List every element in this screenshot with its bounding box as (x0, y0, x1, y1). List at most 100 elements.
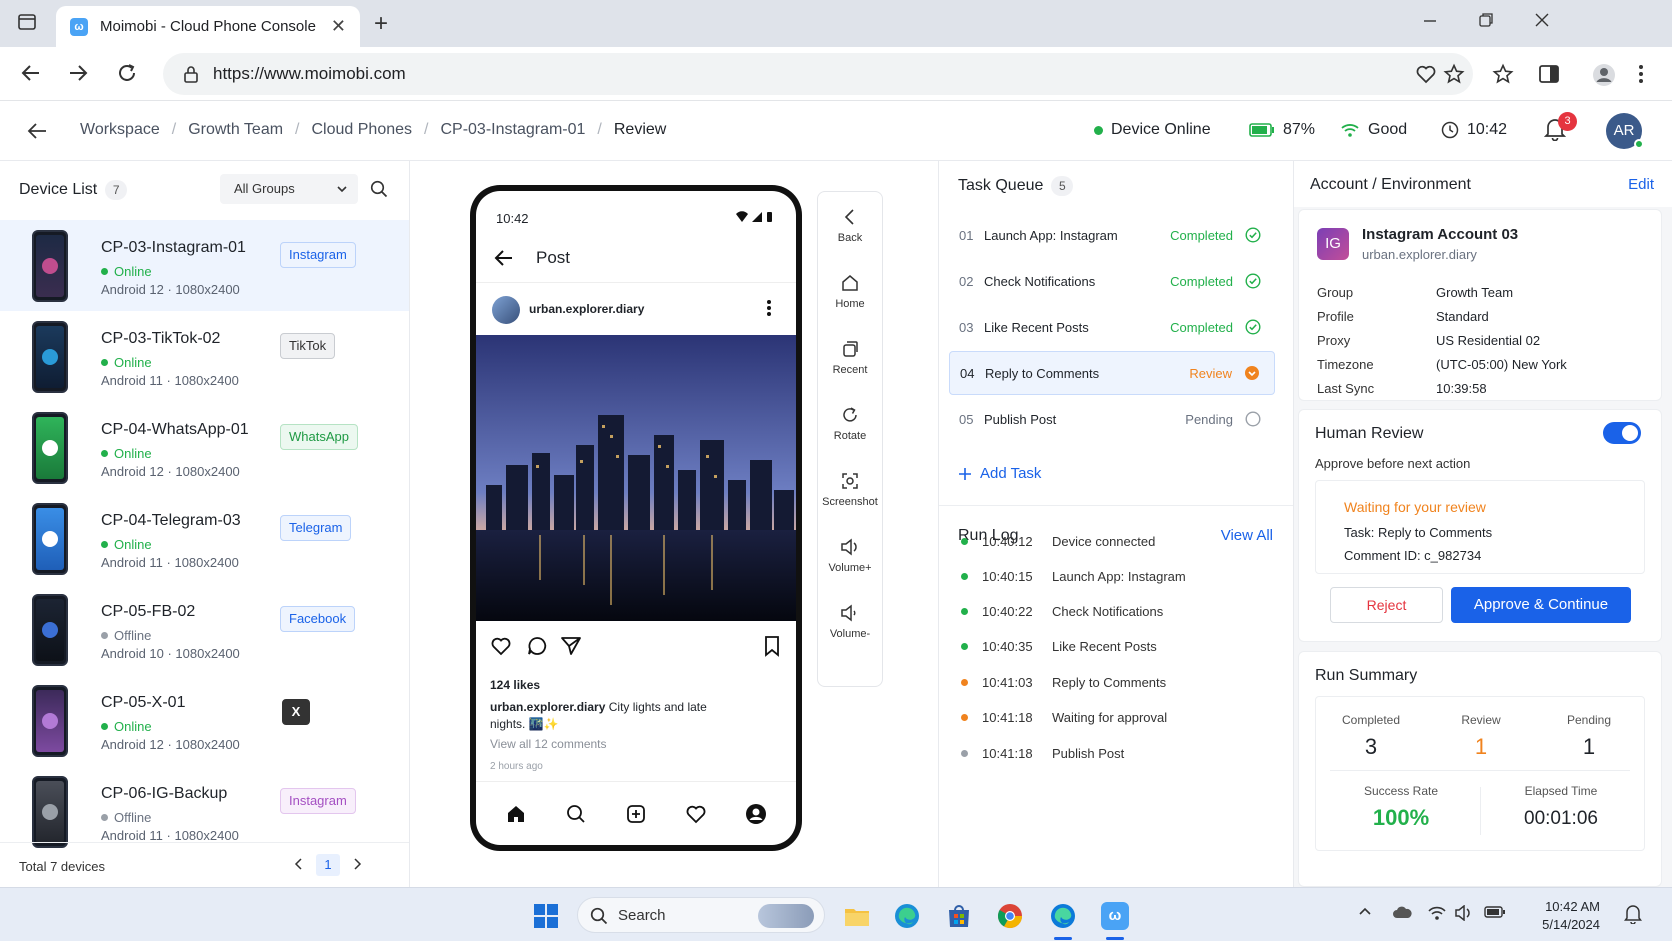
human-review-toggle[interactable] (1603, 422, 1641, 444)
phone-time: 10:42 (496, 211, 529, 226)
next-page-icon[interactable] (352, 857, 362, 871)
battery-tray-icon[interactable] (1484, 905, 1506, 919)
screenshot-button[interactable]: Screenshot (818, 472, 882, 508)
prev-page-icon[interactable] (294, 857, 304, 871)
battery-icon (1249, 123, 1274, 137)
device-row[interactable]: CP-05-FB-02 Offline Android 10 · 1080x24… (0, 584, 409, 675)
task-row[interactable]: 01 Launch App: Instagram Completed (949, 214, 1275, 258)
volume-tray-icon[interactable] (1454, 905, 1474, 921)
stat-elapsed-time: Elapsed Time 00:01:06 (1496, 784, 1626, 830)
comment-icon[interactable] (526, 635, 548, 657)
taskbar-search[interactable]: Search (577, 897, 825, 933)
search-nav-icon[interactable] (565, 803, 587, 825)
microsoft-store-icon[interactable] (945, 902, 973, 930)
tab-close-icon[interactable]: ✕ (331, 16, 346, 37)
caption-username[interactable]: urban.explorer.diary (490, 700, 605, 714)
task-name: Check Notifications (984, 274, 1096, 289)
page-number[interactable]: 1 (316, 854, 340, 876)
breadcrumb-cloud-phones[interactable]: Cloud Phones (312, 121, 413, 139)
windows-start-icon[interactable] (532, 902, 560, 930)
more-options-icon[interactable] (766, 298, 772, 318)
stat-vertical-divider (1480, 787, 1481, 835)
browser-forward-icon[interactable] (67, 62, 89, 84)
browser-tab[interactable]: ω Moimobi - Cloud Phone Console ✕ (56, 6, 360, 47)
share-icon[interactable] (560, 635, 582, 657)
account-edit-link[interactable]: Edit (1628, 176, 1654, 193)
phone-screen[interactable]: 10:42 Post urban.explorer.diary 124 like… (476, 191, 796, 845)
home-nav-icon[interactable] (505, 803, 527, 825)
file-explorer-icon[interactable] (843, 902, 871, 930)
approve-continue-button[interactable]: Approve & Continue (1451, 587, 1631, 623)
device-row[interactable]: CP-05-X-01 Online Android 12 · 1080x2400… (0, 675, 409, 766)
onedrive-icon[interactable] (1392, 905, 1412, 919)
device-search-icon[interactable] (370, 180, 388, 198)
url-field[interactable]: https://www.moimobi.com (163, 53, 1473, 95)
sidebar-toggle-icon[interactable] (1538, 63, 1560, 85)
create-post-icon[interactable] (625, 803, 647, 825)
profile-icon[interactable] (1592, 63, 1616, 87)
new-tab-icon[interactable]: + (374, 10, 388, 38)
device-row[interactable]: CP-04-WhatsApp-01 Online Android 12 · 10… (0, 402, 409, 493)
reload-icon[interactable] (116, 62, 138, 84)
back-button[interactable]: Back (818, 208, 882, 244)
heart-icon[interactable] (1415, 63, 1437, 85)
task-row-active[interactable]: 04 Reply to Comments Review (949, 351, 1275, 395)
home-button[interactable]: Home (818, 274, 882, 310)
task-row[interactable]: 03 Like Recent Posts Completed (949, 306, 1275, 350)
chrome-icon[interactable] (996, 902, 1024, 930)
device-row[interactable]: CP-04-Telegram-03 Online Android 11 · 10… (0, 493, 409, 584)
system-clock[interactable]: 10:42 AM 5/14/2024 (1528, 898, 1600, 934)
view-comments-link[interactable]: View all 12 comments (490, 737, 607, 751)
back-label: Back (837, 232, 863, 244)
edge-browser-active-icon[interactable] (1049, 902, 1077, 930)
post-username[interactable]: urban.explorer.diary (529, 302, 644, 316)
task-number: 05 (959, 412, 974, 427)
back-arrow-icon[interactable] (26, 121, 48, 141)
device-spec: Android 12 · 1080x2400 (101, 282, 240, 297)
group-filter-select[interactable]: All Groups (220, 174, 358, 204)
rotate-button[interactable]: Rotate (818, 406, 882, 442)
browser-back-icon[interactable] (20, 62, 42, 84)
like-icon[interactable] (490, 635, 512, 657)
post-image[interactable] (476, 335, 796, 621)
volume-up-button[interactable]: Volume+ (818, 538, 882, 574)
bookmark-star-icon[interactable] (1443, 63, 1465, 85)
breadcrumb-growth-team[interactable]: Growth Team (188, 121, 283, 139)
edge-icon[interactable] (893, 902, 921, 930)
window-menu-icon[interactable] (18, 14, 36, 30)
browser-menu-icon[interactable] (1638, 63, 1644, 85)
phone-controls: Back Home Recent Rotate Screenshot Volum… (817, 191, 883, 687)
volume-down-button[interactable]: Volume- (818, 604, 882, 640)
post-back-icon[interactable] (494, 249, 514, 267)
reject-button[interactable]: Reject (1330, 587, 1443, 623)
device-row[interactable]: CP-03-TikTok-02 Online Android 11 · 1080… (0, 311, 409, 402)
minimize-icon[interactable] (1422, 12, 1438, 28)
show-hidden-icons[interactable] (1358, 905, 1372, 919)
add-task-button[interactable]: Add Task (958, 465, 1041, 482)
task-name: Reply to Comments (985, 366, 1100, 381)
log-event: Reply to Comments (1052, 675, 1167, 690)
activity-nav-icon[interactable] (685, 803, 707, 825)
recent-button[interactable]: Recent (818, 340, 882, 376)
view-all-link[interactable]: View All (1221, 527, 1273, 544)
save-post-icon[interactable] (762, 635, 782, 657)
battery-text: 87% (1283, 121, 1316, 138)
breadcrumb-device[interactable]: CP-03-Instagram-01 (440, 121, 585, 139)
post-user-avatar[interactable] (492, 296, 520, 324)
breadcrumb-workspace[interactable]: Workspace (80, 121, 160, 139)
log-time: 10:40:15 (982, 569, 1033, 584)
task-status: Completed (1170, 228, 1233, 243)
profile-nav-icon[interactable] (745, 803, 767, 825)
task-row[interactable]: 05 Publish Post Pending (949, 398, 1275, 442)
restore-icon[interactable] (1478, 12, 1494, 28)
task-row[interactable]: 02 Check Notifications Completed (949, 260, 1275, 304)
wifi-tray-icon[interactable] (1428, 905, 1446, 921)
field-label: Proxy (1317, 333, 1351, 348)
device-row[interactable]: CP-03-Instagram-01 Online Android 12 · 1… (0, 220, 409, 311)
review-comment-id: Comment ID: c_982734 (1344, 548, 1482, 563)
moimobi-app-icon[interactable]: ω (1101, 902, 1129, 930)
window-close-icon[interactable] (1534, 12, 1550, 28)
favorites-icon[interactable] (1492, 63, 1514, 85)
notification-center-icon[interactable] (1624, 904, 1642, 924)
device-list-header: Device List 7 (19, 180, 128, 200)
